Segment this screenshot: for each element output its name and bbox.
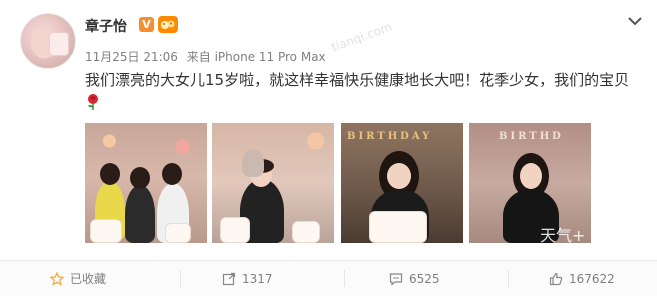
post-source: 来自 iPhone 11 Pro Max <box>186 50 326 64</box>
watermark-site: tianqi.com <box>329 19 394 55</box>
cake-shape <box>292 221 320 243</box>
figure-shape <box>242 149 264 177</box>
figure-face <box>520 163 542 189</box>
photo-banner-text: BIRTHDAY <box>347 131 433 142</box>
watermark-brand: 天气+ <box>540 226 586 245</box>
divider <box>508 270 509 287</box>
favorite-button[interactable]: 已收藏 <box>50 261 106 296</box>
repost-button[interactable]: 1317 <box>222 261 273 296</box>
like-count: 167622 <box>569 271 615 286</box>
figure-head <box>100 163 120 185</box>
divider <box>180 270 181 287</box>
divider <box>344 270 345 287</box>
post-text-body: 我们漂亮的大女儿15岁啦，就这样幸福快乐健康地长大吧！花季少女，我们的宝贝 <box>85 71 630 89</box>
star-icon <box>50 271 64 286</box>
post-meta: 11月25日 21:06 来自 iPhone 11 Pro Max <box>85 48 326 65</box>
photo-banner-text: BIRTHD <box>499 131 564 142</box>
figure-shape <box>125 185 155 243</box>
action-bar: 已收藏 1317 6525 167622 <box>0 260 657 296</box>
post-date[interactable]: 11月25日 21:06 <box>85 50 178 64</box>
photo-thumbnail[interactable] <box>85 123 207 243</box>
favorite-label: 已收藏 <box>70 272 107 286</box>
avatar-cup-shape <box>49 32 69 56</box>
figure-face <box>387 163 411 189</box>
cake-shape <box>90 219 122 243</box>
figure-head <box>130 167 150 189</box>
figure-head <box>162 163 182 185</box>
photo-thumbnail[interactable] <box>212 123 334 243</box>
post-text: 我们漂亮的大女儿15岁啦，就这样幸福快乐健康地长大吧！花季少女，我们的宝贝 <box>85 68 630 118</box>
repost-count: 1317 <box>242 271 273 286</box>
comment-icon <box>389 272 403 286</box>
like-button[interactable]: 167622 <box>549 261 615 296</box>
cake-shape <box>165 223 191 243</box>
repost-icon <box>222 272 236 286</box>
photo-thumbnail[interactable]: BIRTHDAY <box>341 123 463 243</box>
comment-button[interactable]: 6525 <box>389 261 440 296</box>
thumbs-up-icon <box>549 272 563 286</box>
cake-shape <box>369 211 427 243</box>
cake-shape <box>220 217 250 243</box>
member-badge-icon <box>158 16 178 33</box>
chevron-down-icon[interactable] <box>626 13 644 27</box>
user-name[interactable]: 章子怡 <box>85 16 127 36</box>
avatar[interactable] <box>20 13 76 69</box>
comment-count: 6525 <box>409 271 440 286</box>
rose-icon <box>85 93 101 118</box>
verified-badge-icon: V <box>139 17 154 32</box>
